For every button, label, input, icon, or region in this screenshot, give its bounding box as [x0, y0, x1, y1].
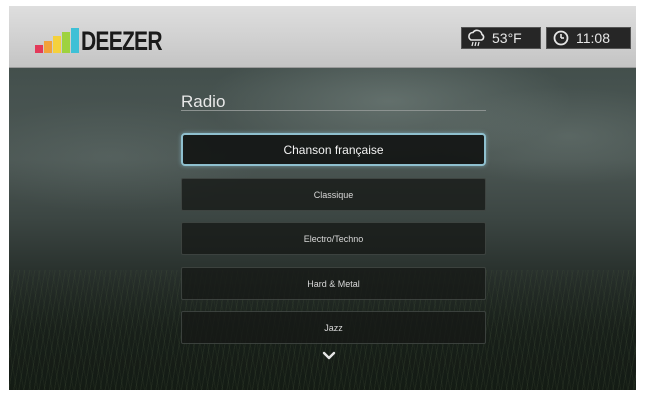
page-title: Radio	[181, 92, 226, 111]
genre-item-chanson-francaise[interactable]: Chanson française	[181, 133, 486, 166]
weather-widget: 53°F	[461, 27, 541, 49]
temperature-label: 53°F	[492, 30, 522, 46]
clock-widget: 11:08	[546, 27, 631, 49]
genre-item-classique[interactable]: Classique	[181, 178, 486, 211]
equalizer-logo-icon	[35, 27, 79, 53]
top-bar: DEEZER 53°F 11:08	[9, 6, 636, 68]
genre-item-hard-metal[interactable]: Hard & Metal	[181, 267, 486, 300]
time-label: 11:08	[576, 30, 610, 46]
title-divider	[181, 110, 486, 111]
clock-icon	[553, 30, 569, 46]
weather-cloud-icon	[468, 29, 485, 47]
genre-item-electro-techno[interactable]: Electro/Techno	[181, 222, 486, 255]
logo-text: DEEZER	[81, 26, 163, 56]
tv-screen: DEEZER 53°F 11:08 Radio Chanson français…	[9, 6, 636, 390]
chevron-down-icon[interactable]	[322, 351, 336, 361]
deezer-logo: DEEZER	[35, 22, 185, 56]
genre-item-jazz[interactable]: Jazz	[181, 311, 486, 344]
